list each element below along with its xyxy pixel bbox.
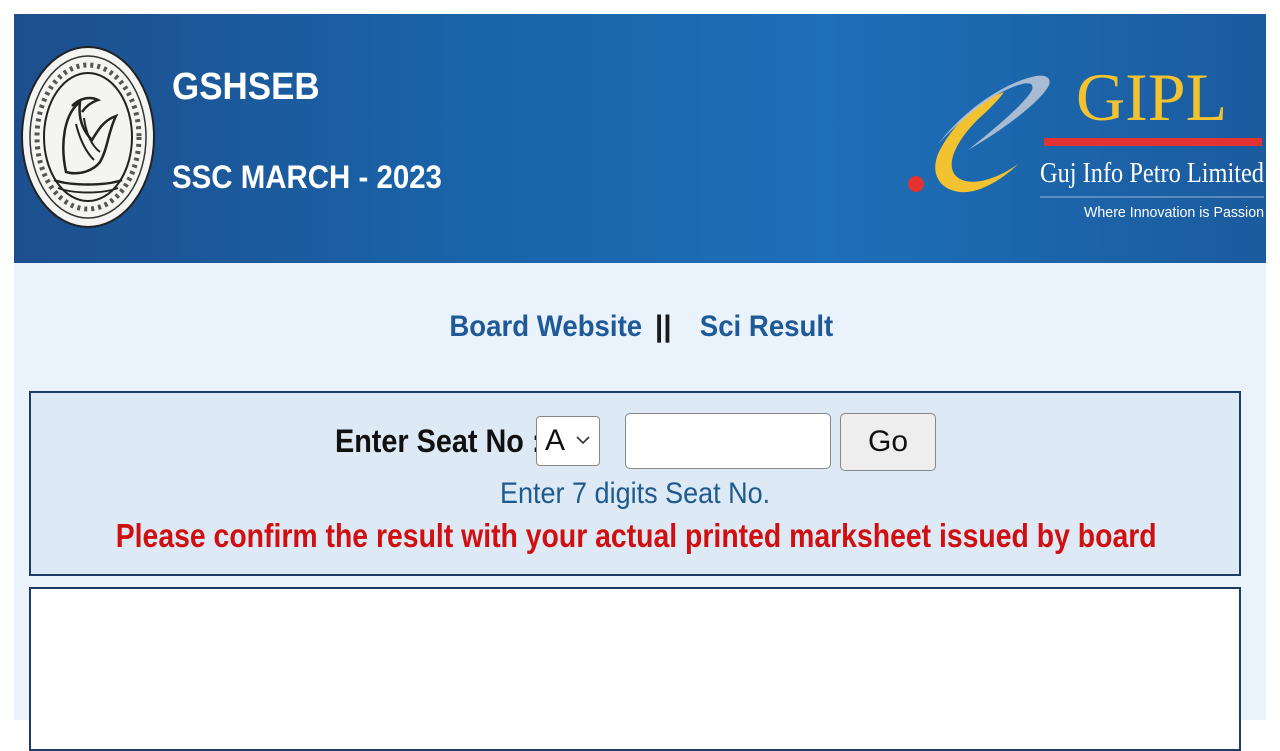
seat-number-label: Enter Seat No : <box>335 423 542 459</box>
result-panel <box>29 587 1241 751</box>
seat-hint-text: Enter 7 digits Seat No. <box>499 477 771 510</box>
exam-subtitle: SSC MARCH - 2023 <box>172 159 442 195</box>
gipl-logo: GIPL Guj Info Petro Limited Where Innova… <box>908 59 1264 221</box>
gipl-logo-text: GIPL <box>1076 59 1227 135</box>
site-header: GSHSEB SSC MARCH - 2023 GIPL Guj Info Pe… <box>14 14 1266 263</box>
sci-result-link[interactable]: Sci Result <box>699 310 832 344</box>
seat-hint-wrap: Enter 7 digits Seat No. <box>31 477 1239 511</box>
warning-wrap: Please confirm the result with your actu… <box>31 517 1239 555</box>
nav-separator: || <box>654 310 672 343</box>
go-button[interactable]: Go <box>840 413 936 471</box>
gipl-company-name: Guj Info Petro Limited <box>1040 158 1264 189</box>
seat-number-input[interactable] <box>625 413 831 469</box>
top-links: Board Website || Sci Result <box>0 310 1280 344</box>
seat-search-panel: Enter Seat No : A Go Enter 7 digits Seat… <box>29 391 1241 576</box>
board-title: GSHSEB <box>172 66 320 108</box>
seat-series-select[interactable]: A <box>536 416 600 466</box>
gipl-tagline: Where Innovation is Passion <box>1084 204 1264 221</box>
board-seal-icon <box>21 46 155 228</box>
seat-entry-row: Enter Seat No : A Go <box>31 413 1239 471</box>
board-website-link[interactable]: Board Website <box>450 310 643 344</box>
chevron-down-icon <box>576 436 590 445</box>
seat-series-value: A <box>545 424 566 457</box>
result-warning-text: Please confirm the result with your actu… <box>115 517 1157 554</box>
